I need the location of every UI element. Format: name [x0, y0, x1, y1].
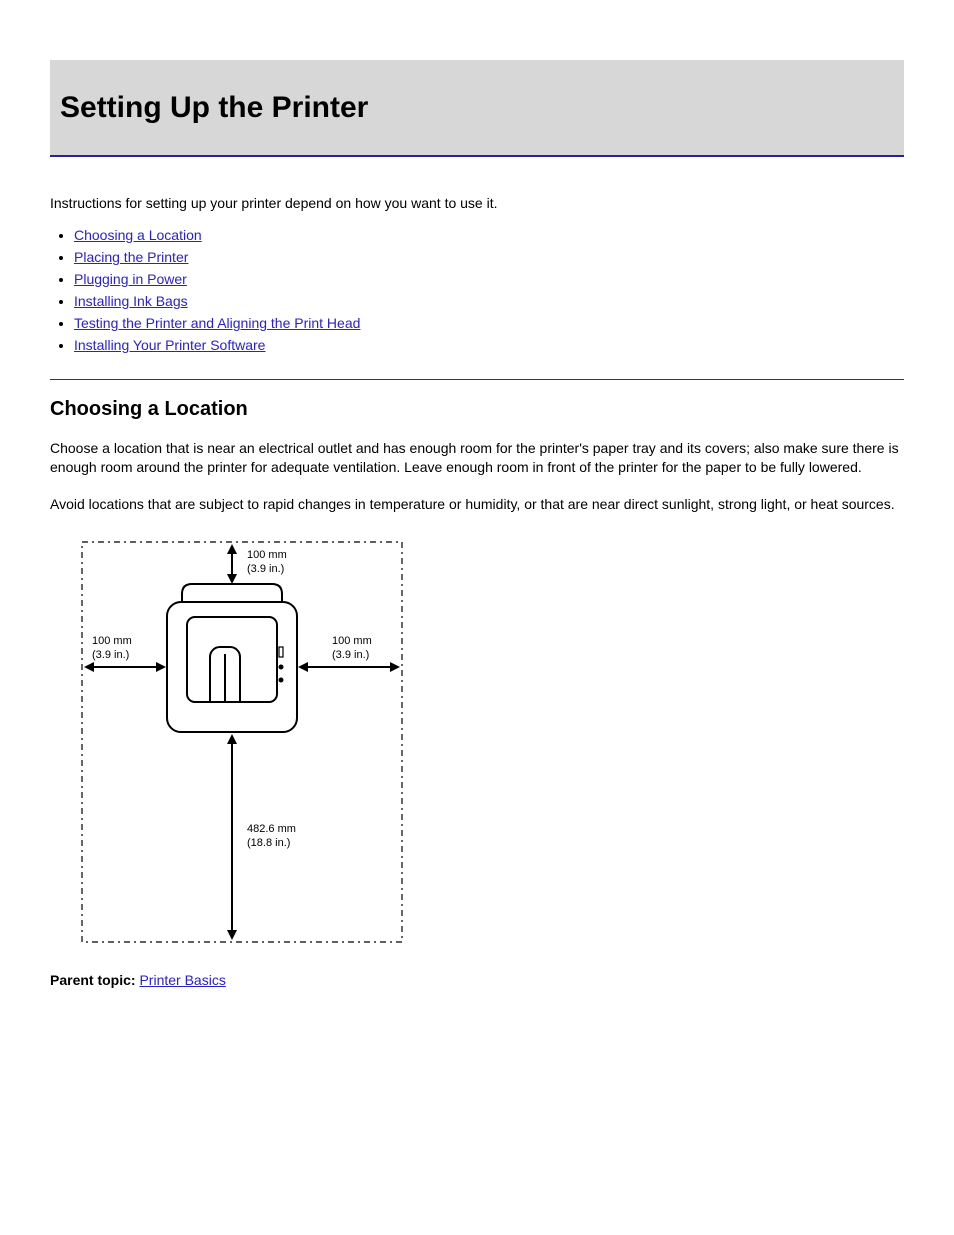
link-installing-software[interactable]: Installing Your Printer Software — [74, 337, 265, 353]
intro-text: Instructions for setting up your printer… — [50, 195, 904, 211]
topic-list: Choosing a Location Placing the Printer … — [74, 227, 904, 353]
link-parent-topic[interactable]: Printer Basics — [139, 972, 225, 988]
link-installing-ink[interactable]: Installing Ink Bags — [74, 293, 188, 309]
parent-topic: Parent topic: Printer Basics — [50, 972, 904, 988]
list-item: Placing the Printer — [74, 249, 904, 265]
link-testing-aligning[interactable]: Testing the Printer and Aligning the Pri… — [74, 315, 360, 331]
dim-top-mm: 100 mm — [247, 549, 287, 561]
list-item: Installing Your Printer Software — [74, 337, 904, 353]
section-divider — [50, 379, 904, 380]
dim-right-in: (3.9 in.) — [332, 649, 369, 661]
section-heading: Choosing a Location — [50, 398, 904, 421]
list-item: Choosing a Location — [74, 227, 904, 243]
page-title-banner: Setting Up the Printer — [50, 60, 904, 155]
section-paragraph: Avoid locations that are subject to rapi… — [50, 495, 904, 514]
dim-top-in: (3.9 in.) — [247, 563, 284, 575]
link-placing-printer[interactable]: Placing the Printer — [74, 249, 188, 265]
dim-left-in: (3.9 in.) — [92, 649, 129, 661]
list-item: Installing Ink Bags — [74, 293, 904, 309]
parent-topic-label: Parent topic: — [50, 972, 136, 988]
dim-right-mm: 100 mm — [332, 635, 372, 647]
dim-left-mm: 100 mm — [92, 635, 132, 647]
banner-underline — [50, 155, 904, 157]
page-title: Setting Up the Printer — [60, 91, 368, 125]
link-choosing-location[interactable]: Choosing a Location — [74, 227, 202, 243]
list-item: Plugging in Power — [74, 271, 904, 287]
clearance-diagram: 100 mm (3.9 in.) 100 mm (3.9 in.) 100 — [72, 532, 412, 952]
list-item: Testing the Printer and Aligning the Pri… — [74, 315, 904, 331]
link-plugging-power[interactable]: Plugging in Power — [74, 271, 187, 287]
dim-front-in: (18.8 in.) — [247, 837, 290, 849]
section-paragraph: Choose a location that is near an electr… — [50, 439, 904, 477]
dim-front-mm: 482.6 mm — [247, 823, 296, 835]
